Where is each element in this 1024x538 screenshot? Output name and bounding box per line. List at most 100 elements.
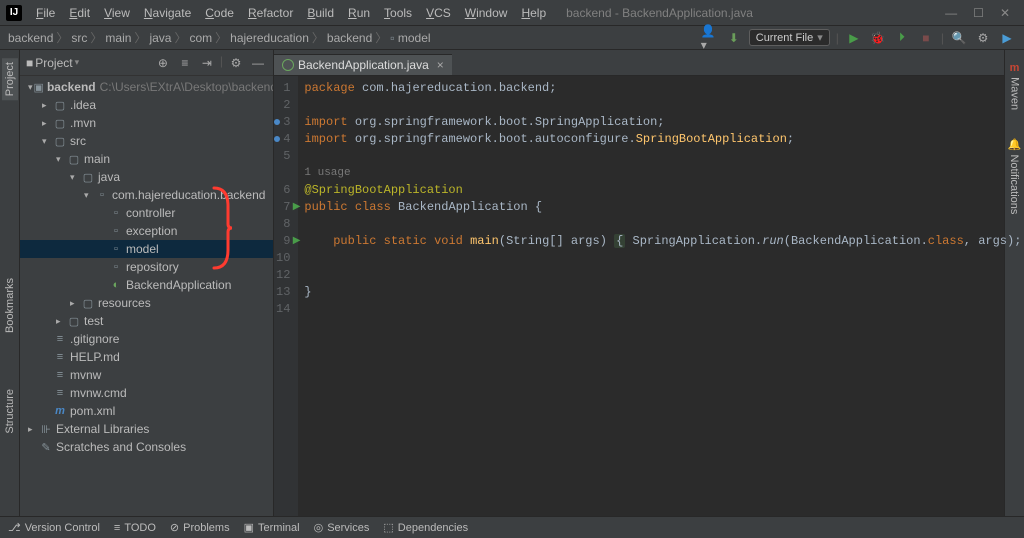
gutter-line[interactable]: 14 xyxy=(276,301,290,318)
code-line[interactable]: @SpringBootApplication xyxy=(304,182,1024,199)
chevron-down-icon[interactable]: ▾ xyxy=(84,190,94,201)
code-line[interactable] xyxy=(304,250,1024,267)
sidebar-settings-icon[interactable]: ⚙ xyxy=(227,54,245,72)
breadcrumb-backend[interactable]: backend xyxy=(8,31,53,45)
gutter-line[interactable]: 7▶ xyxy=(276,199,290,216)
menu-refactor[interactable]: Refactor xyxy=(242,3,299,23)
menu-tools[interactable]: Tools xyxy=(378,3,418,23)
services-statusbar[interactable]: ◎ Services xyxy=(314,521,370,534)
menu-file[interactable]: File xyxy=(30,3,61,23)
menu-navigate[interactable]: Navigate xyxy=(138,3,197,23)
menu-view[interactable]: View xyxy=(98,3,136,23)
breadcrumb-model[interactable]: ▫ model xyxy=(390,31,430,45)
gutter-line[interactable]: 10 xyxy=(276,250,290,267)
chevron-right-icon[interactable]: ▸ xyxy=(56,316,66,327)
gutter-line[interactable]: 5 xyxy=(276,148,290,165)
code-line[interactable] xyxy=(304,148,1024,165)
tree-item-mvnw[interactable]: ≡mvnw xyxy=(20,366,273,384)
select-target-icon[interactable]: ⊕ xyxy=(154,54,172,72)
gutter-line[interactable]: 3 xyxy=(276,114,290,131)
editor-gutter[interactable]: 12345 67▶89▶10121314 xyxy=(274,76,298,516)
chevron-right-icon[interactable]: ▸ xyxy=(42,118,52,129)
tree-item-exception[interactable]: ▫exception xyxy=(20,222,273,240)
code-line[interactable] xyxy=(304,97,1024,114)
minimize-icon[interactable]: — xyxy=(945,6,957,20)
menu-vcs[interactable]: VCS xyxy=(420,3,457,23)
breadcrumb-java[interactable]: java xyxy=(149,31,171,45)
debug-icon[interactable]: 🐞 xyxy=(869,29,887,47)
bookmarks-tool-tab[interactable]: Bookmarks xyxy=(2,274,18,337)
code-line[interactable] xyxy=(304,216,1024,233)
tree-item-resources[interactable]: ▸▢resources xyxy=(20,294,273,312)
expand-all-icon[interactable]: ≡ xyxy=(176,54,194,72)
gutter-line[interactable]: 13 xyxy=(276,284,290,301)
gutter-line[interactable]: 4 xyxy=(276,131,290,148)
project-tree[interactable]: ▾▣backend C:\Users\EXtrA\Desktop\backend… xyxy=(20,76,273,516)
editor-tab-active[interactable]: BackendApplication.java × xyxy=(274,54,452,75)
run-config-select[interactable]: Current File ▾ xyxy=(749,29,830,46)
tree-item-help-md[interactable]: ≡HELP.md xyxy=(20,348,273,366)
tree-item--gitignore[interactable]: ≡.gitignore xyxy=(20,330,273,348)
maximize-icon[interactable]: ☐ xyxy=(973,6,984,20)
code-line[interactable]: package com.hajereducation.backend; xyxy=(304,80,1024,97)
collapse-all-icon[interactable]: ⇥ xyxy=(198,54,216,72)
gutter-indicator-icon[interactable] xyxy=(274,136,280,142)
code-usage-hint[interactable]: 1 usage xyxy=(304,165,1024,182)
chevron-down-icon[interactable]: ▾ xyxy=(42,136,52,147)
build-icon[interactable]: ⬇ xyxy=(725,29,743,47)
code-line[interactable]: import org.springframework.boot.SpringAp… xyxy=(304,114,1024,131)
code-line[interactable]: import org.springframework.boot.autoconf… xyxy=(304,131,1024,148)
tree-item-controller[interactable]: ▫controller xyxy=(20,204,273,222)
tree-item-src[interactable]: ▾▢src xyxy=(20,132,273,150)
structure-tool-tab[interactable]: Structure xyxy=(2,385,18,438)
menu-run[interactable]: Run xyxy=(342,3,376,23)
tree-item-external-libraries[interactable]: ▸⊪External Libraries xyxy=(20,420,273,438)
run-icon[interactable]: ▶ xyxy=(845,29,863,47)
code-line[interactable]: public class BackendApplication { xyxy=(304,199,1024,216)
breadcrumb-backend[interactable]: backend xyxy=(327,31,372,45)
close-icon[interactable]: ✕ xyxy=(1000,6,1010,20)
tree-item-main[interactable]: ▾▢main xyxy=(20,150,273,168)
hide-sidebar-icon[interactable]: — xyxy=(249,54,267,72)
vcs-statusbar[interactable]: ⎇Version Control xyxy=(8,521,100,534)
breadcrumb-src[interactable]: src xyxy=(71,31,87,45)
actions-icon[interactable]: ▶ xyxy=(998,29,1016,47)
search-icon[interactable]: 🔍 xyxy=(950,29,968,47)
todo-statusbar[interactable]: ≡ TODO xyxy=(114,522,156,534)
tree-item-repository[interactable]: ▫repository xyxy=(20,258,273,276)
chevron-right-icon[interactable]: ▸ xyxy=(28,424,38,435)
tree-item-scratches-and-consoles[interactable]: ✎Scratches and Consoles xyxy=(20,438,273,456)
code-line[interactable] xyxy=(304,267,1024,284)
tree-item-java[interactable]: ▾▢java xyxy=(20,168,273,186)
menu-help[interactable]: Help xyxy=(515,3,552,23)
breadcrumb-com[interactable]: com xyxy=(189,31,212,45)
code-line[interactable] xyxy=(304,301,1024,318)
tree-item-pom-xml[interactable]: mpom.xml xyxy=(20,402,273,420)
terminal-statusbar[interactable]: ▣ Terminal xyxy=(244,521,300,534)
tree-item-com-hajereducation-backend[interactable]: ▾▫com.hajereducation.backend xyxy=(20,186,273,204)
chevron-down-icon[interactable]: ▾ xyxy=(70,172,80,183)
tree-item-model[interactable]: ▫model xyxy=(20,240,273,258)
tree-item-backend[interactable]: ▾▣backend C:\Users\EXtrA\Desktop\backend… xyxy=(20,78,273,96)
user-icon[interactable]: 👤▾ xyxy=(701,29,719,47)
more-run-icon[interactable]: ⏵ xyxy=(893,29,911,47)
settings-icon[interactable]: ⚙ xyxy=(974,29,992,47)
stop-icon[interactable]: ■ xyxy=(917,29,935,47)
tab-close-icon[interactable]: × xyxy=(437,58,444,72)
gutter-indicator-icon[interactable] xyxy=(274,119,280,125)
tree-item-mvnw-cmd[interactable]: ≡mvnw.cmd xyxy=(20,384,273,402)
editor-code[interactable]: package com.hajereducation.backend; impo… xyxy=(298,76,1024,516)
tree-item--idea[interactable]: ▸▢.idea xyxy=(20,96,273,114)
gutter-line[interactable]: 6 xyxy=(276,182,290,199)
code-line[interactable]: public static void main(String[] args) {… xyxy=(304,233,1024,250)
gutter-line[interactable]: 9▶ xyxy=(276,233,290,250)
gutter-line[interactable]: 1 xyxy=(276,80,290,97)
chevron-right-icon[interactable]: ▸ xyxy=(42,100,52,111)
chevron-right-icon[interactable]: ▸ xyxy=(70,298,80,309)
sidebar-title[interactable]: ■ Project ▾ xyxy=(26,56,79,70)
breadcrumb-hajereducation[interactable]: hajereducation xyxy=(230,31,309,45)
gutter-line[interactable]: 2 xyxy=(276,97,290,114)
menu-window[interactable]: Window xyxy=(459,3,514,23)
chevron-down-icon[interactable]: ▾ xyxy=(56,154,66,165)
problems-statusbar[interactable]: ⊘ Problems xyxy=(170,521,230,534)
